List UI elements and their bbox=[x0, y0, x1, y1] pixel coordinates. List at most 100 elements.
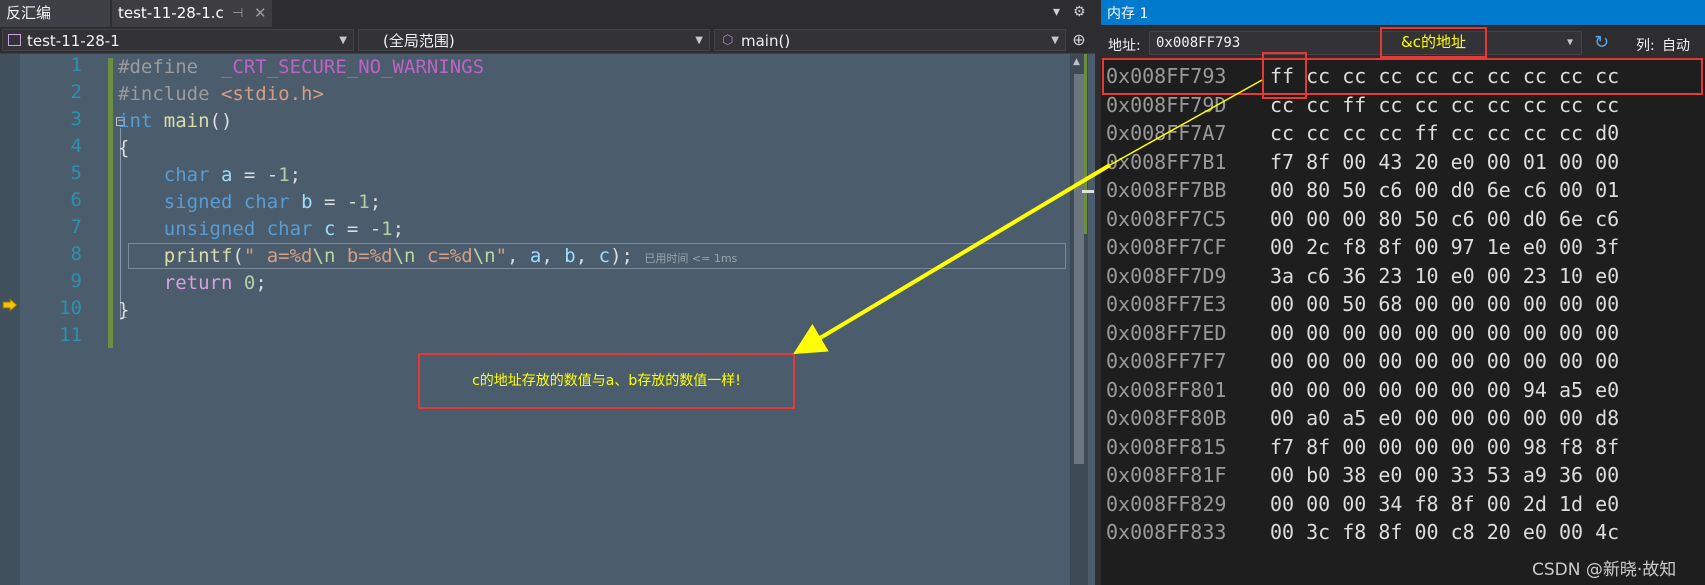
memory-row-address: 0x008FF815 bbox=[1106, 434, 1227, 459]
member-dropdown[interactable]: ⬡ main() ▼ bbox=[714, 29, 1066, 51]
pin-icon[interactable]: ⊣ bbox=[232, 0, 243, 27]
tab-disassembly-label: 反汇编 bbox=[6, 4, 52, 22]
chevron-down-icon[interactable]: ▼ bbox=[1567, 32, 1573, 54]
memory-row-address: 0x008FF80B bbox=[1106, 406, 1227, 430]
memory-row: 0x008FF7A7 cc cc cc cc ff cc cc cc cc d0 bbox=[1106, 118, 1619, 149]
memory-row-bytes: 00 00 50 68 00 00 00 00 00 00 bbox=[1270, 292, 1620, 316]
scope-dropdown[interactable]: (全局范围) ▼ bbox=[358, 29, 710, 51]
perf-tip[interactable]: 已用时间 <= 1ms bbox=[644, 252, 737, 265]
memory-row: 0x008FF7B1 f7 8f 00 43 20 e0 00 01 00 00 bbox=[1106, 147, 1619, 178]
instruction-pointer-icon bbox=[2, 298, 18, 312]
memory-row-bytes: f7 8f 00 00 00 00 00 98 f8 8f bbox=[1270, 434, 1620, 459]
memory-row-bytes: 00 00 00 00 00 00 00 00 00 00 bbox=[1270, 349, 1620, 373]
memory-row-address: 0x008FF7E3 bbox=[1106, 292, 1227, 316]
change-overview-strip bbox=[1084, 54, 1087, 234]
code-line: printf(" a=%d\n b=%d\n c=%d\n", a, b, c)… bbox=[163, 245, 738, 267]
memory-row-bytes: 00 00 00 80 50 c6 00 d0 6e c6 bbox=[1270, 206, 1620, 231]
caret-position-marker bbox=[1082, 190, 1094, 193]
watermark: CSDN @新晓·故知 bbox=[1532, 560, 1677, 580]
memory-row: 0x008FF80B 00 a0 a5 e0 00 00 00 00 00 d8 bbox=[1106, 403, 1619, 434]
highlight-byte-box bbox=[1262, 52, 1307, 99]
line-number: 8 bbox=[70, 243, 82, 265]
refresh-icon[interactable]: ↻ bbox=[1594, 32, 1609, 53]
memory-row-bytes: 00 00 00 00 00 00 00 94 a5 e0 bbox=[1270, 377, 1620, 402]
code-editor-pane: 反汇编 test-11-28-1.c ⊣ ✕ ▾ ⚙ test-11-28-1 … bbox=[0, 0, 1095, 585]
highlight-row-box bbox=[1102, 58, 1703, 95]
line-number: 4 bbox=[70, 135, 82, 157]
indicator-margin bbox=[0, 54, 20, 585]
code-line: unsigned char c = -1; bbox=[163, 218, 405, 240]
memory-row-address: 0x008FF7ED bbox=[1106, 320, 1227, 345]
scope-dropdown-value: (全局范围) bbox=[383, 32, 455, 50]
address-input[interactable]: 0x008FF793 ▼ bbox=[1149, 31, 1582, 55]
scrollbar-thumb[interactable] bbox=[1074, 74, 1084, 464]
line-number: 5 bbox=[70, 162, 82, 184]
code-line: char a = -1; bbox=[163, 164, 302, 186]
memory-window-title: 内存 1 bbox=[1107, 6, 1149, 22]
tab-source-file[interactable]: test-11-28-1.c ⊣ ✕ bbox=[112, 0, 272, 27]
scroll-up-icon[interactable]: ▲ bbox=[1073, 57, 1080, 67]
tab-bar-actions: ▾ ⚙ bbox=[1045, 0, 1095, 27]
tab-source-file-label: test-11-28-1.c bbox=[118, 4, 224, 22]
navigation-bar: test-11-28-1 ▼ (全局范围) ▼ ⬡ main() ▼ ⊕ bbox=[0, 27, 1095, 54]
line-number: 9 bbox=[70, 270, 82, 292]
memory-row-address: 0x008FF7A7 bbox=[1106, 121, 1227, 145]
memory-row: 0x008FF81F 00 b0 38 e0 00 33 53 a9 36 00 bbox=[1106, 460, 1619, 491]
split-window-icon[interactable]: ⊕ bbox=[1068, 29, 1090, 51]
line-number: 6 bbox=[70, 189, 82, 211]
memory-row-bytes: f7 8f 00 43 20 e0 00 01 00 00 bbox=[1270, 149, 1620, 174]
memory-row: 0x008FF7CF 00 2c f8 8f 00 97 1e e0 00 3f bbox=[1106, 232, 1619, 263]
memory-row-address: 0x008FF833 bbox=[1106, 520, 1227, 544]
memory-row-bytes: 00 3c f8 8f 00 c8 20 e0 00 4c bbox=[1270, 520, 1620, 544]
columns-dropdown[interactable]: 自动 bbox=[1662, 35, 1690, 55]
project-dropdown[interactable]: test-11-28-1 ▼ bbox=[2, 29, 354, 51]
memory-row-bytes: 00 00 00 00 00 00 00 00 00 00 bbox=[1270, 320, 1620, 345]
document-tab-bar: 反汇编 test-11-28-1.c ⊣ ✕ ▾ ⚙ bbox=[0, 0, 1095, 27]
memory-row-bytes: 00 a0 a5 e0 00 00 00 00 00 d8 bbox=[1270, 406, 1620, 430]
code-line: signed char b = -1; bbox=[163, 191, 382, 213]
line-number: 3 bbox=[70, 108, 82, 130]
change-tracking-bar bbox=[108, 58, 113, 348]
chevron-down-icon: ▼ bbox=[695, 35, 703, 46]
memory-row: 0x008FF7E3 00 00 50 68 00 00 00 00 00 00 bbox=[1106, 289, 1619, 320]
memory-row-address: 0x008FF7D9 bbox=[1106, 263, 1227, 288]
line-number: 7 bbox=[70, 216, 82, 238]
memory-row-address: 0x008FF801 bbox=[1106, 377, 1227, 402]
line-number: 11 bbox=[59, 324, 82, 346]
memory-row-address: 0x008FF829 bbox=[1106, 491, 1227, 516]
memory-row-bytes: 00 2c f8 8f 00 97 1e e0 00 3f bbox=[1270, 235, 1620, 259]
tab-disassembly[interactable]: 反汇编 bbox=[0, 0, 110, 27]
line-number: 2 bbox=[70, 81, 82, 103]
annotation-callout: c的地址存放的数值与a、b存放的数值一样! bbox=[418, 353, 795, 409]
columns-label: 列: bbox=[1636, 38, 1655, 54]
code-line: int main() bbox=[118, 110, 233, 132]
memory-dump[interactable]: 0x008FF793 ff cc cc cc cc cc cc cc cc cc … bbox=[1101, 61, 1705, 585]
project-dropdown-value: test-11-28-1 bbox=[27, 32, 120, 50]
memory-row-bytes: 00 00 00 34 f8 8f 00 2d 1d e0 bbox=[1270, 491, 1620, 516]
address-input-value: 0x008FF793 bbox=[1156, 35, 1241, 51]
code-text-area[interactable]: #define _CRT_SECURE_NO_WARNINGS #include… bbox=[118, 54, 1068, 585]
memory-row-bytes: 00 80 50 c6 00 d0 6e c6 00 01 bbox=[1270, 178, 1620, 202]
memory-row-address: 0x008FF7C5 bbox=[1106, 206, 1227, 231]
project-icon bbox=[8, 34, 21, 46]
memory-row: 0x008FF833 00 3c f8 8f 00 c8 20 e0 00 4c bbox=[1106, 517, 1619, 548]
memory-row: 0x008FF7C5 00 00 00 80 50 c6 00 d0 6e c6 bbox=[1106, 204, 1619, 235]
memory-row-bytes: 3a c6 36 23 10 e0 00 23 10 e0 bbox=[1270, 263, 1620, 288]
chevron-down-icon: ▼ bbox=[339, 35, 347, 46]
memory-row-bytes: cc cc cc cc ff cc cc cc cc d0 bbox=[1270, 121, 1620, 145]
memory-row: 0x008FF829 00 00 00 34 f8 8f 00 2d 1d e0 bbox=[1106, 489, 1619, 520]
annotation-callout-text: c的地址存放的数值与a、b存放的数值一样! bbox=[472, 373, 741, 389]
code-line: #include <stdio.h> bbox=[118, 83, 324, 105]
memory-window-titlebar[interactable]: 内存 1 bbox=[1101, 0, 1705, 25]
chevron-down-icon: ▼ bbox=[1051, 35, 1059, 46]
code-line: { bbox=[118, 137, 130, 159]
tab-dropdown-icon[interactable]: ▾ bbox=[1053, 4, 1060, 20]
memory-row: 0x008FF815 f7 8f 00 00 00 00 00 98 f8 8f bbox=[1106, 432, 1619, 463]
memory-row-bytes: cc cc ff cc cc cc cc cc cc cc bbox=[1270, 92, 1620, 117]
memory-row-address: 0x008FF81F bbox=[1106, 463, 1227, 487]
line-number: 1 bbox=[70, 54, 82, 76]
code-line: } bbox=[118, 299, 130, 321]
gear-icon[interactable]: ⚙ bbox=[1073, 4, 1086, 20]
member-dropdown-value: main() bbox=[741, 32, 791, 50]
close-icon[interactable]: ✕ bbox=[254, 0, 267, 27]
